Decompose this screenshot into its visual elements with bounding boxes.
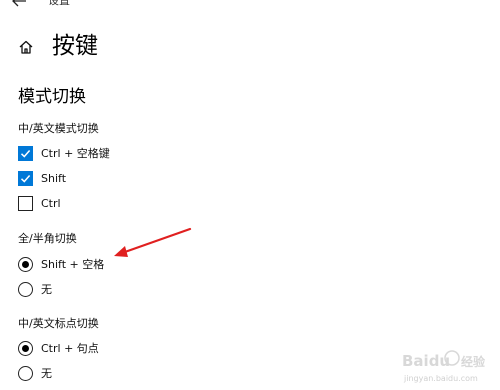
radio-unselected-icon[interactable] xyxy=(18,282,33,297)
radio-selected-icon[interactable] xyxy=(18,341,33,356)
back-arrow-icon[interactable] xyxy=(10,0,28,8)
radio-selected-icon[interactable] xyxy=(18,257,33,272)
watermark-sub: jingyan.baidu.com xyxy=(403,374,478,383)
checkbox-ctrl[interactable]: Ctrl xyxy=(18,196,61,211)
radio-label: 无 xyxy=(41,366,52,380)
radio-label: Ctrl + 句点 xyxy=(41,341,99,355)
radio-unselected-icon[interactable] xyxy=(18,366,33,381)
annotation-arrow-icon xyxy=(114,227,192,257)
watermark-text: 经验 xyxy=(461,354,486,369)
checkbox-checked-icon[interactable] xyxy=(18,171,33,186)
watermark-brand: Baidu xyxy=(402,352,450,370)
radio-shift-space[interactable]: Shift + 空格 xyxy=(18,257,104,272)
home-icon xyxy=(19,40,33,54)
page-title: 按键 xyxy=(52,33,98,59)
radio-label: 无 xyxy=(41,282,52,296)
app-title: 设置 xyxy=(48,0,70,7)
checkbox-label: Ctrl xyxy=(41,196,61,210)
checkbox-ctrl-space[interactable]: Ctrl + 空格键 xyxy=(18,146,110,161)
checkbox-checked-icon[interactable] xyxy=(18,146,33,161)
checkbox-label: Shift xyxy=(41,171,67,185)
checkbox-label: Ctrl + 空格键 xyxy=(41,146,110,160)
radio-ctrl-period[interactable]: Ctrl + 句点 xyxy=(18,341,99,356)
group-label-punctuation-switch: 中/英文标点切换 xyxy=(18,317,99,330)
radio-none-punctuation[interactable]: 无 xyxy=(18,366,52,381)
checkbox-unchecked-icon[interactable] xyxy=(18,196,33,211)
baidu-jingyan-watermark: Baidu 经验 jingyan.baidu.com xyxy=(402,350,486,383)
group-label-mode-switch: 中/英文模式切换 xyxy=(18,122,99,135)
title-bar: 设置 xyxy=(0,0,500,14)
checkbox-shift[interactable]: Shift xyxy=(18,171,66,186)
group-label-width-switch: 全/半角切换 xyxy=(18,232,77,245)
section-title: 模式切换 xyxy=(18,87,86,107)
radio-none-width[interactable]: 无 xyxy=(18,282,52,297)
radio-label: Shift + 空格 xyxy=(41,257,105,271)
